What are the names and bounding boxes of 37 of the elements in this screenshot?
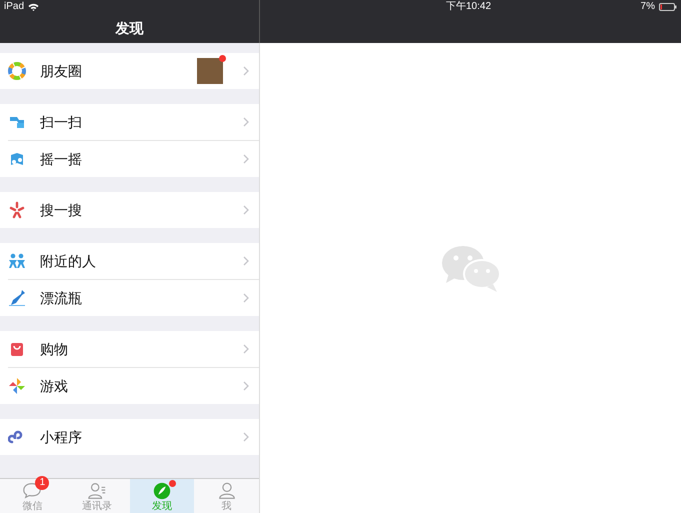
item-label: 附近的人 — [40, 252, 97, 270]
chevron-icon — [243, 117, 249, 127]
battery-icon — [659, 3, 677, 11]
item-label: 搜一搜 — [40, 200, 83, 220]
bottle-icon — [8, 289, 26, 307]
screen-title: 发现 — [116, 19, 144, 38]
chevron-icon — [243, 154, 249, 164]
item-label: 朋友圈 — [40, 62, 83, 80]
item-label: 小程序 — [40, 428, 83, 446]
chat-bubbles-logo-icon — [440, 243, 500, 293]
chevron-icon — [243, 66, 249, 76]
nearby-icon — [8, 252, 26, 270]
wifi-icon — [28, 3, 40, 11]
tab-bar-item[interactable]: 1 微信 — [0, 479, 65, 513]
me-icon — [216, 481, 237, 501]
item-label: 摇一摇 — [40, 150, 83, 168]
item-label: 游戏 — [40, 376, 69, 396]
chevron-icon — [243, 344, 249, 354]
device-name: iPad — [4, 2, 24, 12]
chevron-icon — [243, 381, 249, 391]
moments-icon — [8, 62, 26, 80]
unread-badge: 1 — [35, 476, 50, 490]
item-label: 购物 — [40, 340, 69, 358]
shake-icon — [8, 150, 26, 168]
shopping-icon — [8, 340, 26, 358]
status-time: 下午10:42 — [446, 0, 492, 14]
battery-percent: 7% — [640, 2, 655, 12]
item-label: 扫一扫 — [40, 112, 83, 132]
chevron-icon — [243, 293, 249, 303]
item-label: 漂流瓶 — [40, 288, 83, 308]
chevron-icon — [243, 256, 249, 266]
search-icon — [8, 201, 26, 219]
contacts-icon — [87, 481, 108, 501]
discover-icon — [152, 481, 172, 501]
chevron-icon — [243, 432, 249, 442]
chevron-icon — [243, 205, 249, 215]
games-icon — [8, 377, 26, 395]
